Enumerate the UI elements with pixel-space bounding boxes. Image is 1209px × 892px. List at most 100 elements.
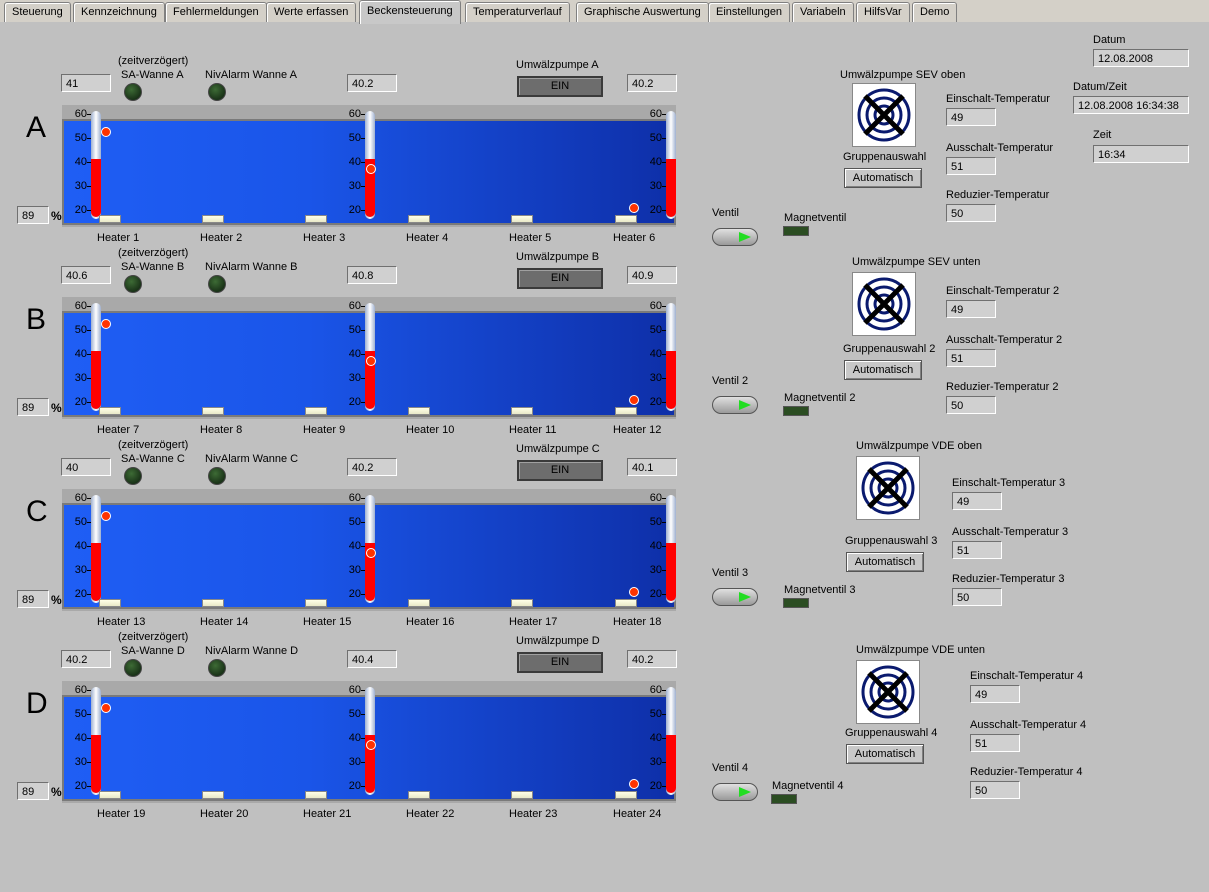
ausschalt-field[interactable]: 51 bbox=[952, 541, 1002, 559]
fan-title: Umwälzpumpe SEV oben bbox=[840, 69, 966, 81]
pump-ein-button[interactable]: EIN bbox=[517, 460, 603, 481]
tab-kennzeichnung[interactable]: Kennzeichnung bbox=[73, 2, 165, 22]
fan-title: Umwälzpumpe SEV unten bbox=[852, 256, 981, 268]
percent-label: % bbox=[51, 209, 62, 223]
automatisch-button[interactable]: Automatisch bbox=[846, 744, 924, 764]
magnetventil-label: Magnetventil 2 bbox=[784, 392, 856, 404]
ausschalt-field[interactable]: 51 bbox=[946, 349, 996, 367]
percent-label: % bbox=[51, 593, 62, 607]
scale-tick bbox=[662, 690, 666, 691]
pump-ein-button[interactable]: EIN bbox=[517, 76, 603, 97]
ventil-switch[interactable] bbox=[712, 396, 758, 414]
einschalt-field[interactable]: 49 bbox=[946, 300, 996, 318]
temp-marker bbox=[629, 587, 639, 597]
heater-indicator bbox=[99, 407, 121, 415]
automatisch-button[interactable]: Automatisch bbox=[846, 552, 924, 572]
thermometer bbox=[91, 303, 101, 411]
tab-graphische-auswertung[interactable]: Graphische Auswertung bbox=[576, 2, 709, 22]
ventil-label: Ventil 2 bbox=[712, 375, 749, 387]
left-value-field: 40.6 bbox=[61, 266, 111, 284]
gruppenauswahl-label: Gruppenauswahl bbox=[843, 151, 927, 163]
magnetventil-led bbox=[783, 226, 809, 236]
automatisch-button[interactable]: Automatisch bbox=[844, 360, 922, 380]
scale-label: 60 bbox=[348, 684, 361, 696]
zeit-label: Zeit bbox=[1093, 129, 1112, 141]
einschalt-field[interactable]: 49 bbox=[970, 685, 1020, 703]
ventil-switch[interactable] bbox=[712, 588, 758, 606]
reduzier-field[interactable]: 50 bbox=[946, 396, 996, 414]
heater-indicator bbox=[408, 215, 430, 223]
tab-werte-erfassen[interactable]: Werte erfassen bbox=[266, 2, 357, 22]
ventil-label: Ventil 3 bbox=[712, 567, 749, 579]
tab-steuerung[interactable]: Steuerung bbox=[4, 2, 71, 22]
thermometer-fill bbox=[91, 159, 101, 217]
magnetventil-label: Magnetventil bbox=[784, 212, 847, 224]
scale-tick bbox=[361, 114, 365, 115]
scale-label: 20 bbox=[348, 780, 361, 792]
thermometer bbox=[666, 303, 676, 411]
nivalarm-led bbox=[208, 659, 226, 677]
scale-tick bbox=[662, 330, 666, 331]
ausschalt-label: Ausschalt-Temperatur bbox=[946, 142, 1053, 154]
scale-label: 40 bbox=[74, 348, 87, 360]
reduzier-field[interactable]: 50 bbox=[946, 204, 996, 222]
heater-label: Heater 19 bbox=[97, 808, 146, 820]
ventil-switch[interactable] bbox=[712, 228, 758, 246]
ausschalt-field[interactable]: 51 bbox=[970, 734, 1020, 752]
tab-fehlermeldungen[interactable]: Fehlermeldungen bbox=[165, 2, 267, 22]
scale-label: 40 bbox=[74, 156, 87, 168]
scale-label: 60 bbox=[348, 108, 361, 120]
pump-ein-button[interactable]: EIN bbox=[517, 652, 603, 673]
thermometer-fill bbox=[91, 543, 101, 601]
scale-label: 40 bbox=[649, 732, 662, 744]
tab-demo[interactable]: Demo bbox=[912, 2, 958, 22]
scale-tick bbox=[87, 690, 91, 691]
scale-label: 40 bbox=[74, 732, 87, 744]
scale-label: 20 bbox=[348, 396, 361, 408]
ausschalt-field[interactable]: 51 bbox=[946, 157, 996, 175]
scale-label: 60 bbox=[649, 492, 662, 504]
datumzeit-field: 12.08.2008 16:34:38 bbox=[1073, 96, 1189, 114]
reduzier-label: Reduzier-Temperatur 4 bbox=[970, 766, 1083, 778]
sa-delay-label: (zeitverzögert) bbox=[118, 631, 189, 643]
einschalt-field[interactable]: 49 bbox=[952, 492, 1002, 510]
heater-indicator bbox=[615, 215, 637, 223]
heater-label: Heater 14 bbox=[200, 616, 249, 628]
pump-label: Umwälzpumpe B bbox=[516, 251, 600, 263]
scale-tick bbox=[87, 522, 91, 523]
scale-label: 20 bbox=[348, 588, 361, 600]
thermometer-fill bbox=[91, 735, 101, 793]
scale-tick bbox=[361, 138, 365, 139]
heater-label: Heater 20 bbox=[200, 808, 249, 820]
heater-indicator bbox=[202, 599, 224, 607]
temp-marker bbox=[366, 740, 376, 750]
scale-label: 20 bbox=[74, 588, 87, 600]
scale-tick bbox=[87, 402, 91, 403]
heater-indicator bbox=[99, 599, 121, 607]
pump-ein-button[interactable]: EIN bbox=[517, 268, 603, 289]
heater-label: Heater 9 bbox=[303, 424, 346, 436]
reduzier-field[interactable]: 50 bbox=[970, 781, 1020, 799]
tab-bar: Steuerung Kennzeichnung Fehlermeldungen Wer… bbox=[0, 0, 1209, 24]
automatisch-button[interactable]: Automatisch bbox=[844, 168, 922, 188]
tab-temperaturverlauf[interactable]: Temperaturverlauf bbox=[465, 2, 570, 22]
scale-tick bbox=[87, 570, 91, 571]
heater-label: Heater 10 bbox=[406, 424, 455, 436]
thermometer bbox=[91, 687, 101, 795]
ventil-switch[interactable] bbox=[712, 783, 758, 801]
tab-beckensteuerung[interactable]: Beckensteuerung bbox=[359, 0, 461, 24]
tab-variabeln[interactable]: Variabeln bbox=[792, 2, 854, 22]
scale-label: 30 bbox=[348, 372, 361, 384]
tab-hilfsvar[interactable]: HilfsVar bbox=[856, 2, 910, 22]
scale-label: 60 bbox=[649, 684, 662, 696]
tab-einstellungen[interactable]: Einstellungen bbox=[708, 2, 791, 22]
scale-tick bbox=[361, 162, 365, 163]
scale-tick bbox=[87, 138, 91, 139]
nivalarm-led bbox=[208, 467, 226, 485]
scale-tick bbox=[87, 714, 91, 715]
einschalt-field[interactable]: 49 bbox=[946, 108, 996, 126]
reduzier-field[interactable]: 50 bbox=[952, 588, 1002, 606]
heater-indicator bbox=[305, 599, 327, 607]
sa-wanne-led bbox=[124, 83, 142, 101]
scale-tick bbox=[361, 498, 365, 499]
